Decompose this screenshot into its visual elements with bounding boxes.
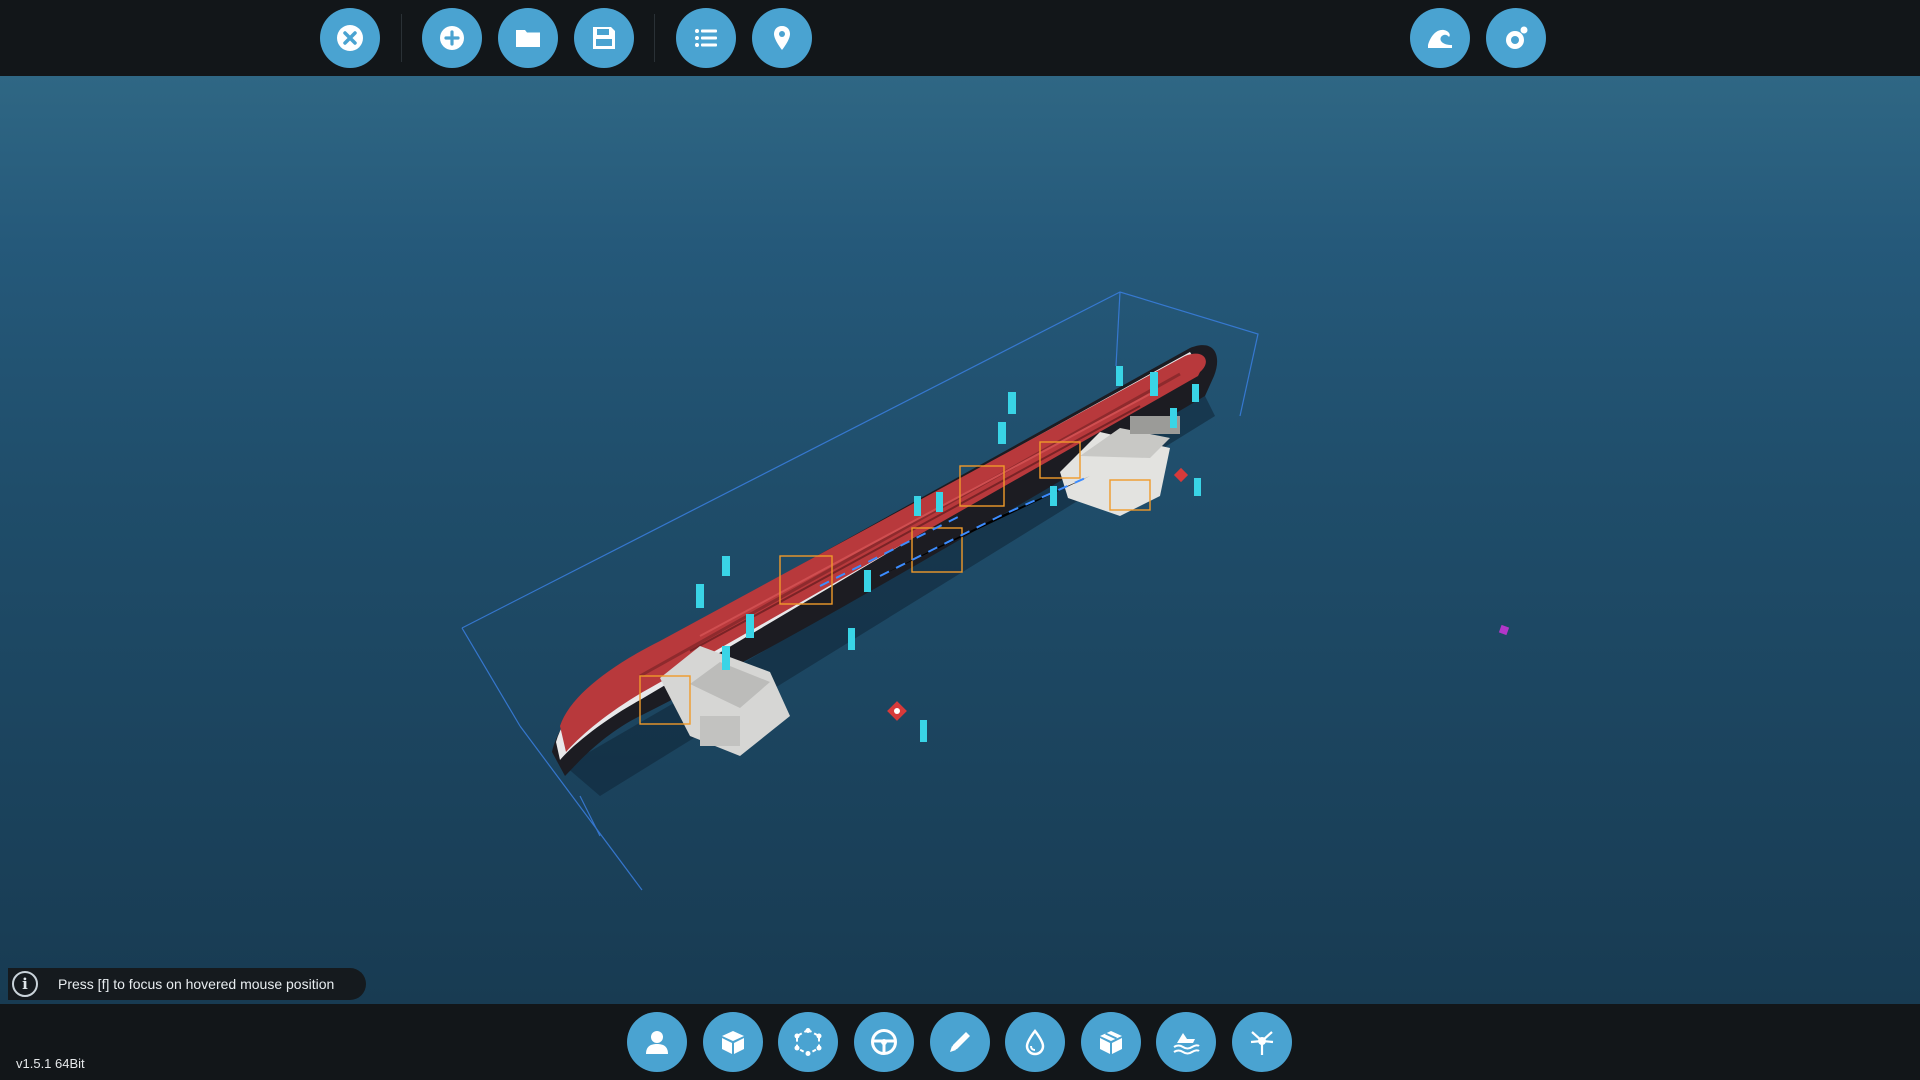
ship-waves-icon [1173, 1033, 1200, 1055]
crew-button[interactable] [627, 1012, 687, 1072]
open-button[interactable] [498, 8, 558, 68]
attach-point-button[interactable] [1232, 1012, 1292, 1072]
bottom-toolbar [0, 1004, 1920, 1080]
save-icon [593, 27, 615, 49]
toolbar-separator [654, 14, 655, 62]
anchor-point-icon [1250, 1031, 1274, 1055]
person-icon [646, 1031, 668, 1054]
add-icon [440, 26, 464, 50]
close-button[interactable] [320, 8, 380, 68]
info-message: Press [f] to focus on hovered mouse posi… [58, 976, 335, 992]
save-button[interactable] [574, 8, 634, 68]
cube-icon [722, 1031, 744, 1054]
steering-wheel-icon [871, 1029, 897, 1055]
water-drop-icon [1025, 1028, 1045, 1056]
ship-scene [461, 291, 1510, 891]
transform-icon [794, 1028, 822, 1056]
location-button[interactable] [752, 8, 812, 68]
steering-button[interactable] [854, 1012, 914, 1072]
transform-button[interactable] [778, 1012, 838, 1072]
list-button[interactable] [676, 8, 736, 68]
top-toolbar [0, 0, 1920, 76]
pencil-icon [950, 1032, 970, 1052]
edit-button[interactable] [930, 1012, 990, 1072]
orbit-icon [1506, 26, 1528, 49]
new-button[interactable] [422, 8, 482, 68]
close-icon [337, 25, 363, 51]
map-pin-icon [774, 26, 790, 50]
folder-icon [516, 30, 540, 47]
info-toast: i Press [f] to focus on hovered mouse po… [8, 968, 366, 1000]
buoyancy-button[interactable] [1156, 1012, 1216, 1072]
3d-viewport[interactable] [0, 76, 1920, 1004]
environment-button[interactable] [1410, 8, 1470, 68]
cargo-button[interactable] [1081, 1012, 1141, 1072]
toolbar-separator [401, 14, 402, 62]
version-label: v1.5.1 64Bit [16, 1056, 85, 1071]
info-icon: i [12, 971, 38, 997]
list-icon [695, 29, 717, 47]
object-button[interactable] [703, 1012, 763, 1072]
ballast-button[interactable] [1005, 1012, 1065, 1072]
cargo-box-icon [1100, 1031, 1122, 1054]
wave-icon [1428, 29, 1452, 48]
camera-orbit-button[interactable] [1486, 8, 1546, 68]
